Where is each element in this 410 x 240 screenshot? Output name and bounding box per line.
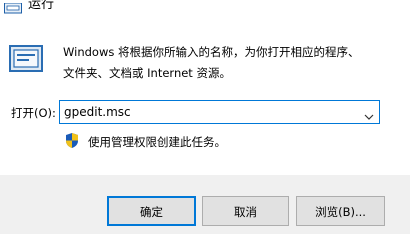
run-window-icon — [4, 0, 22, 14]
chevron-down-icon[interactable] — [364, 107, 374, 120]
window-title: 运行 — [28, 0, 55, 12]
open-input[interactable]: gpedit.msc — [64, 105, 131, 120]
uac-shield-icon — [64, 132, 80, 149]
browse-button[interactable]: 浏览(B)... — [296, 196, 385, 226]
description-line-1: Windows 将根据你所输入的名称，为你打开相应的程序、 — [63, 45, 360, 59]
ok-button[interactable]: 确定 — [107, 196, 196, 226]
admin-task-text: 使用管理权限创建此任务。 — [88, 135, 226, 149]
title-bar: 运行 — [0, 0, 410, 20]
description-text: Windows 将根据你所输入的名称，为你打开相应的程序、 文件夹、文档或 In… — [63, 42, 360, 84]
cancel-button[interactable]: 取消 — [202, 196, 289, 226]
description-line-2: 文件夹、文档或 Internet 资源。 — [63, 66, 231, 80]
run-program-icon — [8, 44, 44, 74]
open-label: 打开(O): — [11, 106, 56, 120]
open-combobox[interactable]: gpedit.msc — [59, 100, 380, 124]
